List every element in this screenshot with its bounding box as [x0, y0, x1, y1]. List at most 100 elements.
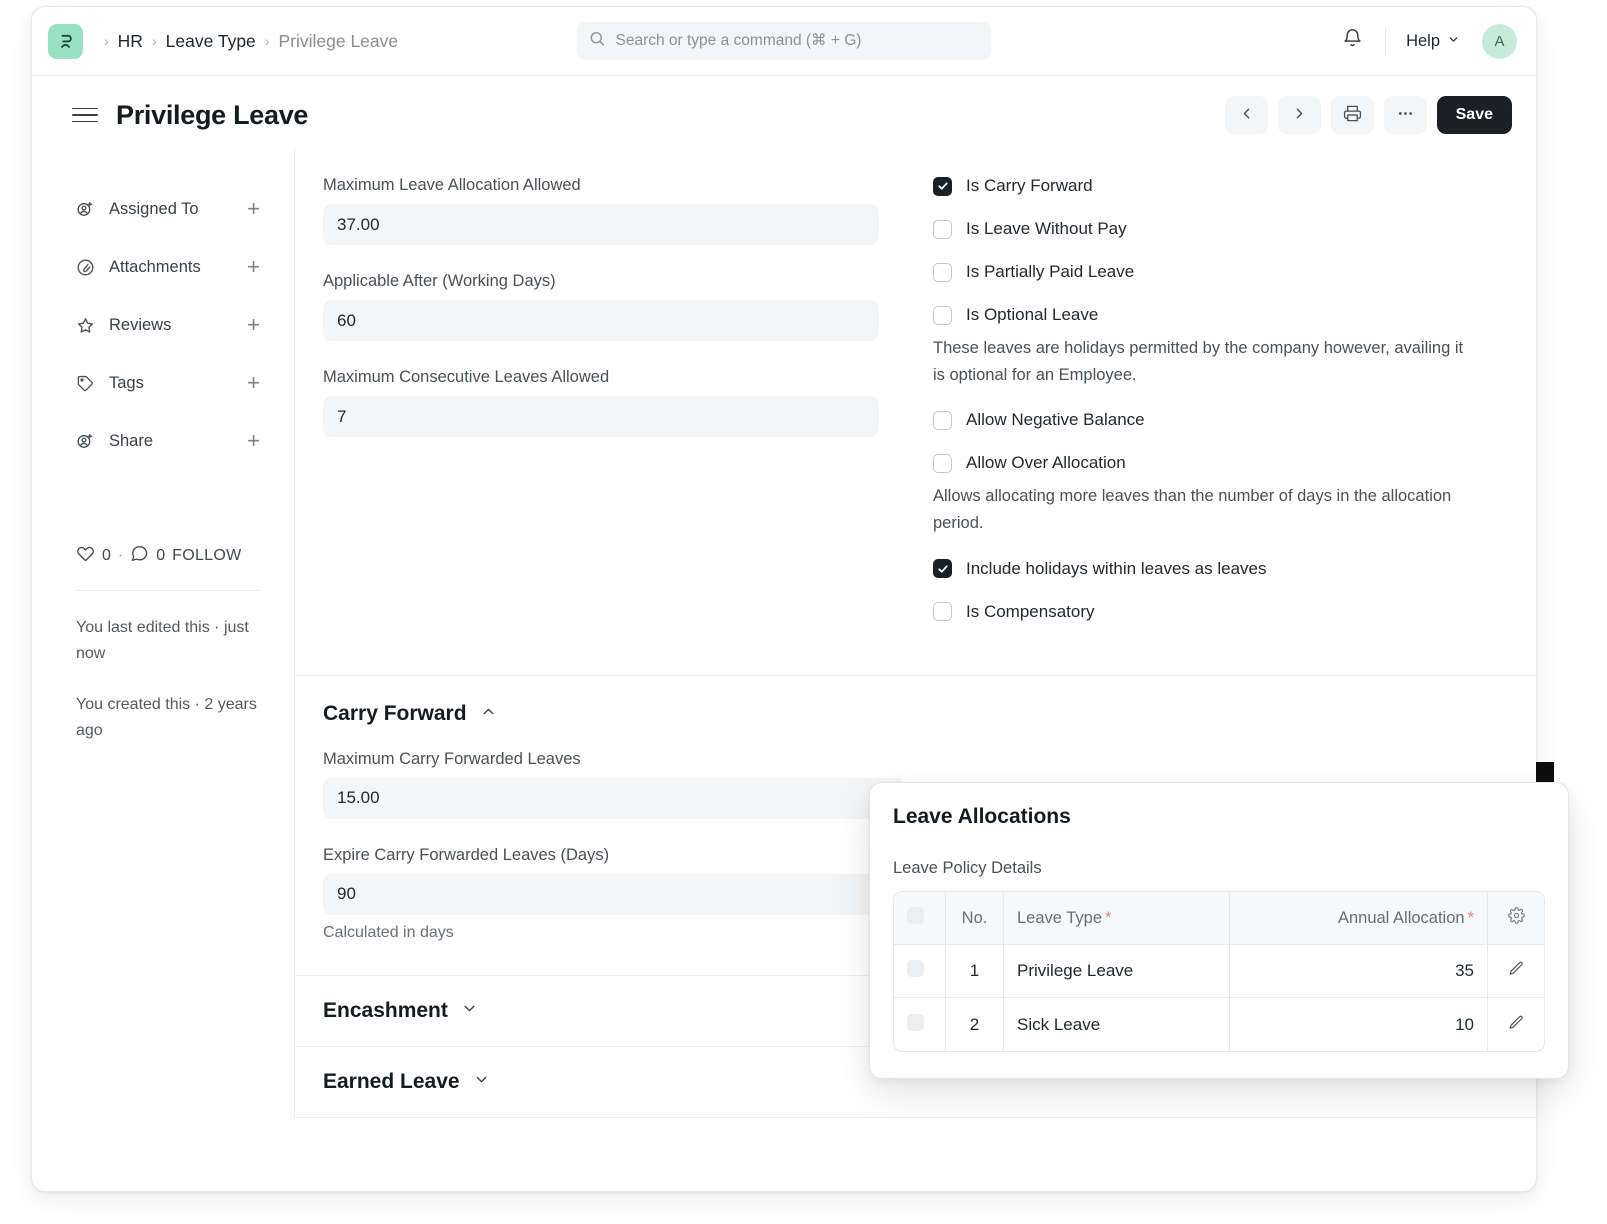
is-optional-leave-description: These leaves are holidays permitted by t… — [933, 335, 1478, 388]
sidebar-item-assigned-to[interactable]: Assigned To + — [76, 180, 260, 238]
allow-over-allocation-description: Allows allocating more leaves than the n… — [933, 483, 1478, 536]
section-title: Earned Leave — [323, 1070, 460, 1094]
search-box[interactable] — [577, 22, 992, 60]
checkbox-label: Include holidays within leaves as leaves — [966, 559, 1267, 579]
checkbox-allow-negative-balance[interactable]: Allow Negative Balance — [933, 410, 1508, 430]
row-annual-allocation[interactable]: 10 — [1230, 998, 1488, 1051]
checkbox-box[interactable] — [933, 220, 952, 239]
add-assigned-to-button[interactable]: + — [247, 198, 260, 220]
frappe-logo-icon[interactable] — [48, 24, 83, 59]
checkbox-is-optional-leave[interactable]: Is Optional Leave — [933, 305, 1508, 325]
add-share-button[interactable]: + — [247, 430, 260, 452]
checkbox-allow-over-allocation[interactable]: Allow Over Allocation — [933, 453, 1508, 473]
checkbox-include-holidays-within-leaves[interactable]: Include holidays within leaves as leaves — [933, 559, 1508, 579]
row-edit-button[interactable] — [1488, 998, 1544, 1051]
select-all-checkbox[interactable] — [907, 907, 924, 924]
checkbox-box[interactable] — [933, 454, 952, 473]
search-icon — [589, 30, 606, 52]
breadcrumb-item-hr[interactable]: HR — [118, 31, 143, 52]
form-top-grid: Maximum Leave Allocation Allowed Applica… — [295, 148, 1536, 676]
pencil-icon — [1508, 1016, 1525, 1035]
required-marker: * — [1105, 909, 1111, 927]
screen: › HR › Leave Type › Privilege Leave — [0, 0, 1607, 1224]
prev-doc-button[interactable] — [1225, 96, 1268, 134]
applicable-after-input[interactable] — [323, 300, 879, 341]
printer-icon — [1343, 104, 1362, 126]
row-checkbox[interactable] — [907, 1014, 924, 1031]
column-header-no: No. — [946, 892, 1004, 945]
page-header: Privilege Leave — [32, 76, 1536, 148]
next-doc-button[interactable] — [1278, 96, 1321, 134]
column-header-label: Leave Type — [1017, 909, 1102, 927]
row-number: 1 — [946, 945, 1004, 998]
bell-icon — [1342, 28, 1363, 54]
row-leave-type[interactable]: Privilege Leave — [1004, 945, 1230, 998]
row-annual-allocation[interactable]: 35 — [1230, 945, 1488, 998]
sidebar-item-attachments[interactable]: Attachments + — [76, 238, 260, 296]
help-menu-button[interactable]: Help — [1400, 28, 1466, 55]
sidebar-item-share[interactable]: Share + — [76, 412, 260, 470]
section-title: Carry Forward — [323, 702, 467, 726]
sidebar-item-label: Share — [109, 432, 153, 451]
user-plus-icon — [76, 432, 98, 451]
save-button[interactable]: Save — [1437, 96, 1512, 134]
chevron-down-icon — [1447, 32, 1460, 51]
sidebar-item-label: Tags — [109, 374, 144, 393]
row-select-cell[interactable] — [894, 945, 946, 998]
add-attachment-button[interactable]: + — [247, 256, 260, 278]
select-all-header[interactable] — [894, 892, 946, 945]
search-input[interactable] — [616, 32, 980, 50]
social-stats: 0 · 0 FOLLOW — [76, 544, 260, 568]
created-note: You created this · 2 years ago — [76, 692, 260, 745]
checkbox-is-carry-forward[interactable]: Is Carry Forward — [933, 176, 1508, 196]
field-label: Maximum Carry Forwarded Leaves — [323, 750, 905, 769]
comment-icon[interactable] — [130, 544, 149, 568]
field-label: Maximum Consecutive Leaves Allowed — [323, 368, 879, 387]
sidebar-item-tags[interactable]: Tags + — [76, 354, 260, 412]
sidebar-item-reviews[interactable]: Reviews + — [76, 296, 260, 354]
required-marker: * — [1468, 909, 1474, 927]
stat-separator: · — [118, 547, 123, 565]
follow-button[interactable]: FOLLOW — [172, 547, 241, 565]
heart-icon[interactable] — [76, 544, 95, 568]
checkbox-is-leave-without-pay[interactable]: Is Leave Without Pay — [933, 219, 1508, 239]
row-select-cell[interactable] — [894, 998, 946, 1051]
checkbox-box[interactable] — [933, 411, 952, 430]
checkbox-box[interactable] — [933, 306, 952, 325]
breadcrumb: › HR › Leave Type › Privilege Leave — [95, 31, 398, 52]
field-label: Applicable After (Working Days) — [323, 272, 879, 291]
help-label: Help — [1406, 32, 1440, 51]
maximum-leave-allocation-input[interactable] — [323, 204, 879, 245]
global-search — [577, 22, 992, 60]
more-button[interactable] — [1384, 96, 1427, 134]
breadcrumb-item-leave-type[interactable]: Leave Type — [166, 31, 256, 52]
checkbox-label: Is Optional Leave — [966, 305, 1098, 325]
add-review-button[interactable]: + — [247, 314, 260, 336]
checkbox-box[interactable] — [933, 602, 952, 621]
add-tag-button[interactable]: + — [247, 372, 260, 394]
checkbox-is-partially-paid-leave[interactable]: Is Partially Paid Leave — [933, 262, 1508, 282]
field-maximum-consecutive-leaves-allowed: Maximum Consecutive Leaves Allowed — [323, 368, 879, 437]
row-checkbox[interactable] — [907, 960, 924, 977]
hamburger-icon[interactable] — [72, 104, 98, 126]
table-row[interactable]: 2 Sick Leave 10 — [894, 998, 1544, 1051]
print-button[interactable] — [1331, 96, 1374, 134]
checkbox-box[interactable] — [933, 177, 952, 196]
notifications-button[interactable] — [1333, 22, 1371, 60]
carry-forward-fields: Maximum Carry Forwarded Leaves Expire Ca… — [323, 750, 905, 942]
checkbox-is-compensatory[interactable]: Is Compensatory — [933, 602, 1508, 622]
table-row[interactable]: 1 Privilege Leave 35 — [894, 945, 1544, 998]
row-edit-button[interactable] — [1488, 945, 1544, 998]
section-carry-forward-toggle[interactable]: Carry Forward — [323, 702, 1508, 726]
maximum-consecutive-leaves-input[interactable] — [323, 396, 879, 437]
maximum-carry-forwarded-leaves-input[interactable] — [323, 778, 905, 819]
expire-carry-forwarded-leaves-input[interactable] — [323, 874, 905, 915]
checkbox-box[interactable] — [933, 559, 952, 578]
navbar-divider — [1385, 28, 1386, 54]
sidebar-item-label: Attachments — [109, 258, 201, 277]
avatar[interactable]: A — [1482, 24, 1517, 59]
grid-settings-button[interactable] — [1488, 892, 1544, 945]
checkbox-box[interactable] — [933, 263, 952, 282]
form-left-column: Maximum Leave Allocation Allowed Applica… — [295, 176, 905, 645]
row-leave-type[interactable]: Sick Leave — [1004, 998, 1230, 1051]
